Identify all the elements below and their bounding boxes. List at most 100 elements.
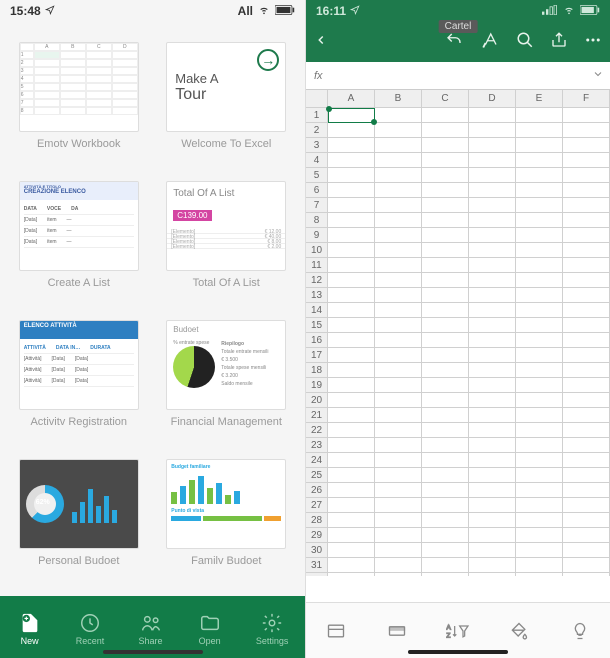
cell[interactable] <box>375 423 422 438</box>
cell[interactable] <box>563 318 610 333</box>
cell[interactable] <box>516 168 563 183</box>
cell[interactable] <box>563 123 610 138</box>
cell[interactable] <box>328 348 375 363</box>
cell[interactable] <box>516 573 563 576</box>
row-header[interactable]: 28 <box>306 513 328 528</box>
cell[interactable] <box>516 123 563 138</box>
search-button[interactable] <box>516 31 534 54</box>
cell[interactable] <box>422 333 469 348</box>
cell[interactable] <box>422 543 469 558</box>
cell[interactable] <box>563 423 610 438</box>
cell[interactable] <box>422 438 469 453</box>
row-header[interactable]: 22 <box>306 423 328 438</box>
row-header[interactable]: 9 <box>306 228 328 243</box>
cell[interactable] <box>563 138 610 153</box>
cell[interactable] <box>469 498 516 513</box>
cell[interactable] <box>422 198 469 213</box>
cell[interactable] <box>469 153 516 168</box>
cell[interactable] <box>563 333 610 348</box>
row-header[interactable]: 24 <box>306 453 328 468</box>
cell[interactable] <box>328 333 375 348</box>
cell[interactable] <box>469 528 516 543</box>
cell[interactable] <box>422 138 469 153</box>
cell[interactable] <box>375 408 422 423</box>
column-header[interactable]: A <box>328 90 375 108</box>
share-button[interactable] <box>550 31 568 54</box>
cell[interactable] <box>563 408 610 423</box>
cell[interactable] <box>516 438 563 453</box>
cell[interactable] <box>563 378 610 393</box>
cell[interactable] <box>422 348 469 363</box>
cell[interactable] <box>422 213 469 228</box>
cell[interactable] <box>375 438 422 453</box>
cell[interactable] <box>328 423 375 438</box>
cell[interactable] <box>469 198 516 213</box>
cell[interactable] <box>375 543 422 558</box>
cell[interactable] <box>469 438 516 453</box>
fill-color-button[interactable] <box>501 617 537 645</box>
cell[interactable] <box>469 273 516 288</box>
cell[interactable] <box>375 393 422 408</box>
row-header[interactable]: 31 <box>306 558 328 573</box>
row-header[interactable]: 5 <box>306 168 328 183</box>
cell[interactable] <box>422 393 469 408</box>
row-header[interactable]: 3 <box>306 138 328 153</box>
cell[interactable] <box>563 228 610 243</box>
cell[interactable] <box>563 558 610 573</box>
cell[interactable] <box>516 423 563 438</box>
template-personal-budget[interactable]: 62% Personal Budoet <box>14 459 144 582</box>
cell[interactable] <box>375 153 422 168</box>
spreadsheet-grid[interactable]: ABCDEF1234567891011121314151617181920212… <box>306 90 610 576</box>
cell[interactable] <box>375 303 422 318</box>
template-total-list[interactable]: Total Of A List C139.00 [Elemento]€ 12.0… <box>162 181 292 304</box>
cell[interactable] <box>328 123 375 138</box>
cell[interactable] <box>469 108 516 123</box>
cell[interactable] <box>375 213 422 228</box>
tab-new[interactable]: New <box>17 612 43 646</box>
cell[interactable] <box>375 348 422 363</box>
row-header[interactable]: 6 <box>306 183 328 198</box>
row-header[interactable]: 29 <box>306 528 328 543</box>
back-button[interactable] <box>314 30 328 55</box>
template-create-list[interactable]: ATTIVITÀ E TITOLO CREAZIONE ELENCO DATAV… <box>14 181 144 304</box>
cell[interactable] <box>563 303 610 318</box>
cell[interactable] <box>375 138 422 153</box>
cell[interactable] <box>328 393 375 408</box>
cell[interactable] <box>328 378 375 393</box>
cell[interactable] <box>469 573 516 576</box>
row-header[interactable]: 2 <box>306 123 328 138</box>
cell[interactable] <box>516 303 563 318</box>
cell[interactable] <box>422 108 469 123</box>
cell[interactable] <box>516 558 563 573</box>
tab-share[interactable]: Share <box>138 612 164 646</box>
cell[interactable] <box>563 273 610 288</box>
cell[interactable] <box>516 183 563 198</box>
cell[interactable] <box>375 483 422 498</box>
cell[interactable] <box>469 333 516 348</box>
row-header[interactable]: 20 <box>306 393 328 408</box>
keyboard-button[interactable] <box>379 617 415 645</box>
cell[interactable] <box>563 168 610 183</box>
cell[interactable] <box>516 483 563 498</box>
sort-filter-button[interactable]: AZ <box>440 617 476 645</box>
cell[interactable] <box>375 333 422 348</box>
cell[interactable] <box>563 513 610 528</box>
cell[interactable] <box>422 258 469 273</box>
cell[interactable] <box>375 288 422 303</box>
cell[interactable] <box>516 243 563 258</box>
cell[interactable] <box>469 258 516 273</box>
cell[interactable] <box>328 153 375 168</box>
cell[interactable] <box>422 453 469 468</box>
cell[interactable] <box>375 528 422 543</box>
cell[interactable] <box>563 183 610 198</box>
cell[interactable] <box>516 273 563 288</box>
column-header[interactable]: E <box>516 90 563 108</box>
cell[interactable] <box>422 528 469 543</box>
row-header[interactable]: 30 <box>306 543 328 558</box>
row-header[interactable]: 32 <box>306 573 328 576</box>
cell[interactable] <box>328 528 375 543</box>
cell[interactable] <box>563 498 610 513</box>
cell[interactable] <box>328 183 375 198</box>
row-header[interactable]: 16 <box>306 333 328 348</box>
cell[interactable] <box>328 558 375 573</box>
